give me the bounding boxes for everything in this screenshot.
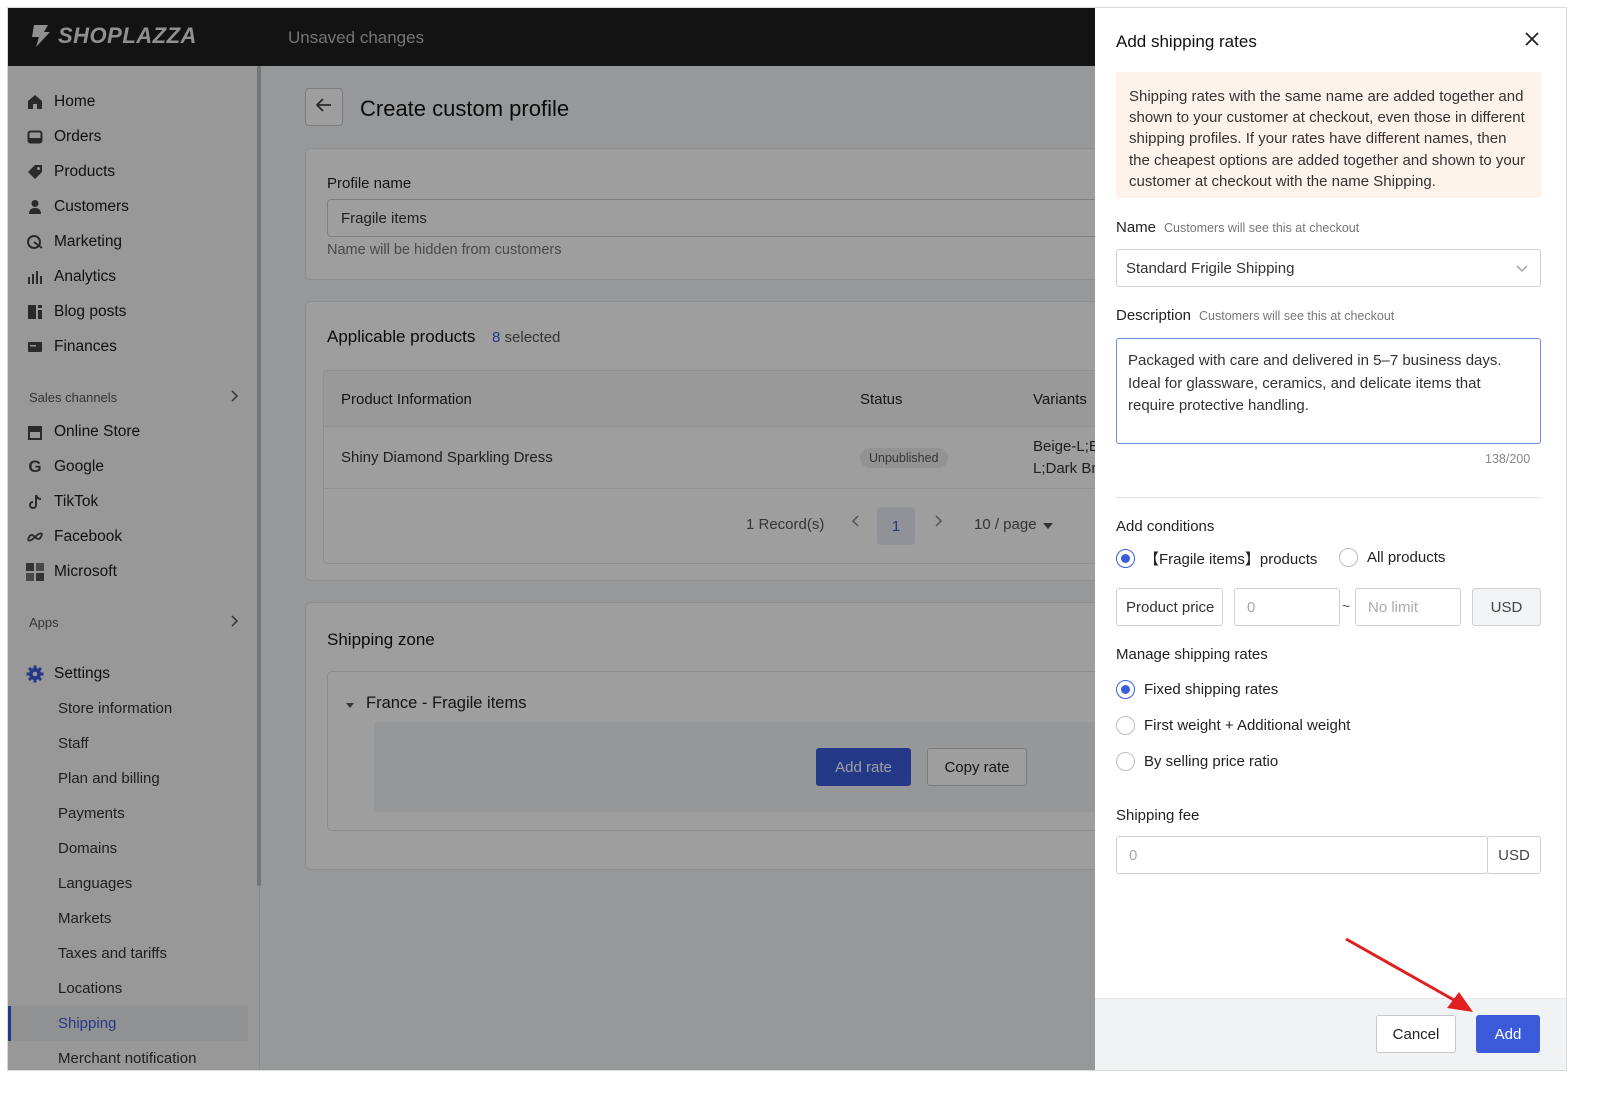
rate-option-label: Fixed shipping rates [1144,681,1279,698]
drawer-title: Add shipping rates [1116,32,1257,51]
character-counter: 138/200 [1485,452,1531,466]
description-hint: Customers will see this at checkout [1199,309,1395,323]
price-min-input[interactable]: 0 [1234,588,1340,626]
cancel-button[interactable]: Cancel [1376,1015,1456,1053]
rate-option-label: By selling price ratio [1144,753,1279,770]
radio-unselected-icon [1116,752,1135,771]
currency-addon: USD [1472,588,1541,626]
manage-rates-label: Manage shipping rates [1116,646,1268,663]
condition-type-select[interactable]: Product price [1116,588,1223,626]
rate-option-label: First weight + Additional weight [1144,717,1351,734]
description-textarea[interactable]: Packaged with care and delivered in 5–7 … [1116,338,1541,444]
name-value: Standard Frigile Shipping [1126,259,1295,277]
rates-notice: Shipping rates with the same name are ad… [1116,72,1541,198]
condition-option-fragile-products[interactable]: 【Fragile items】products [1116,548,1317,569]
add-button[interactable]: Add [1476,1015,1540,1053]
red-arrow-annotation [1345,937,1473,1012]
conditions-label: Add conditions [1116,518,1215,535]
range-separator: ~ [1342,598,1351,614]
radio-unselected-icon [1339,548,1358,567]
rate-option-price-ratio[interactable]: By selling price ratio [1116,752,1278,771]
add-shipping-rates-drawer: Add shipping rates Shipping rates with t… [1095,8,1566,1070]
condition-option-label: 【Fragile items】products [1144,551,1318,568]
rate-option-fixed[interactable]: Fixed shipping rates [1116,680,1278,699]
fee-currency-addon: USD [1487,836,1541,874]
condition-option-label: All products [1367,549,1446,566]
name-field-label: Name Customers will see this at checkout [1116,219,1359,236]
description-label: Description [1116,307,1192,324]
name-hint: Customers will see this at checkout [1164,221,1360,235]
modal-overlay[interactable] [8,8,1095,1070]
app-window: SHOPLAZZA Unsaved changes Home Orders Pr… [7,7,1567,1071]
shipping-fee-label: Shipping fee [1116,807,1200,824]
section-divider [1116,497,1541,498]
radio-selected-icon [1116,549,1135,568]
drawer-footer: Cancel Add [1095,998,1566,1070]
radio-selected-icon [1116,680,1135,699]
description-field-label: Description Customers will see this at ch… [1116,307,1394,324]
name-label: Name [1116,219,1157,236]
radio-unselected-icon [1116,716,1135,735]
chevron-down-icon [1516,260,1528,277]
rate-option-weight[interactable]: First weight + Additional weight [1116,716,1350,735]
shipping-fee-input[interactable]: 0 [1116,836,1488,874]
close-button[interactable] [1521,30,1543,52]
condition-option-all-products[interactable]: All products [1339,548,1445,567]
price-max-input[interactable]: No limit [1355,588,1461,626]
name-select[interactable]: Standard Frigile Shipping [1116,249,1541,287]
close-icon [1525,31,1539,51]
